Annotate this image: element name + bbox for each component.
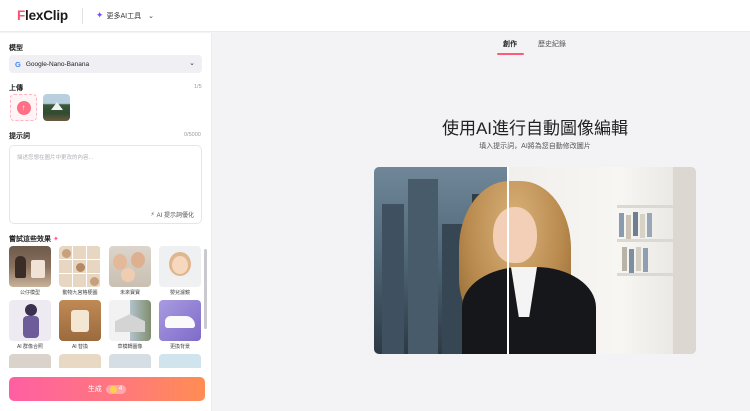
generate-button[interactable]: 生成 4 [9, 377, 205, 401]
magic-wand-icon: ⚡ [150, 212, 155, 218]
effect-item[interactable]: AI 替換 [59, 300, 101, 350]
effect-item[interactable] [9, 354, 51, 368]
chevron-down-icon: ⌄ [189, 60, 195, 67]
effect-item[interactable]: 更換背景 [159, 300, 201, 350]
page-title: 使用AI進行自動圖像編輯 [441, 119, 629, 138]
portrait-face [493, 207, 537, 263]
generate-label: 生成 [87, 386, 102, 393]
before-after-preview-image [374, 167, 696, 354]
chevron-down-icon: ⌄ [148, 12, 154, 20]
page-subtitle: 填入提示詞，AI將為您自動修改圖片 [479, 143, 591, 150]
effect-thumbnail [9, 354, 51, 368]
upload-counter: 1/5 [194, 84, 202, 90]
sparkle-icon: ✦ [95, 10, 104, 20]
try-effects-label: 嘗試這些效果 ✦ [9, 236, 59, 243]
effect-item[interactable] [109, 354, 151, 368]
before-after-divider[interactable] [507, 167, 509, 354]
effect-item[interactable] [159, 354, 201, 368]
google-icon: G [15, 59, 21, 69]
effects-grid: 公仔模型 動物九宮格梗圖 未來寶寶 嬰兒濾鏡 AI 群像合照 AI 替換 草模轉… [9, 246, 202, 368]
prompt-placeholder: 描述您想在圖片中更改的內容... [17, 155, 94, 161]
result-tabs: 創作 歷史紀錄 [213, 33, 750, 56]
upload-label: 上傳 [9, 85, 23, 92]
model-select-value: Google-Nano-Banana [25, 60, 90, 68]
effect-thumbnail [109, 354, 151, 368]
more-ai-tools-label: 更多AI工具 [106, 12, 142, 20]
effect-item[interactable]: 公仔模型 [9, 246, 51, 296]
left-panel: 模型 G Google-Nano-Banana ⌄ 上傳 1/5 ↑ 提示詞 0… [0, 33, 212, 411]
effect-thumbnail [159, 354, 201, 368]
uploaded-image-thumbnail[interactable] [43, 94, 70, 121]
model-select[interactable]: G Google-Nano-Banana ⌄ [9, 55, 202, 73]
effect-item[interactable]: AI 群像合照 [9, 300, 51, 350]
effect-thumbnail [109, 300, 151, 341]
header-divider [81, 7, 83, 24]
more-ai-tools-dropdown[interactable]: ✦ 更多AI工具 ⌄ [96, 10, 154, 21]
prompt-textarea[interactable]: 描述您想在圖片中更改的內容... ⚡ AI 提示詞優化 [9, 145, 202, 224]
tab-create[interactable]: 創作 [503, 39, 517, 49]
effect-thumbnail [59, 300, 101, 341]
model-label: 模型 [9, 45, 23, 52]
upload-button[interactable]: ↑ [10, 94, 37, 121]
effect-item[interactable]: 嬰兒濾鏡 [159, 246, 201, 296]
effect-item[interactable]: 未來寶寶 [109, 246, 151, 296]
house-roof-shape [51, 102, 63, 110]
effect-thumbnail [159, 300, 201, 341]
sparkle-icon: ✦ [53, 236, 59, 243]
effect-thumbnail [9, 246, 51, 287]
active-tab-indicator [497, 53, 524, 55]
top-header: FlexClip ✦ 更多AI工具 ⌄ [0, 0, 750, 32]
effects-scrollbar[interactable] [204, 249, 207, 329]
effect-thumbnail [109, 246, 151, 287]
effect-thumbnail [59, 246, 101, 287]
credit-cost-badge: 4 [105, 384, 127, 394]
ai-optimize-prompt-button[interactable]: ⚡ AI 提示詞優化 [150, 210, 194, 219]
upload-icon: ↑ [16, 100, 31, 115]
effect-thumbnail [159, 246, 201, 287]
prompt-counter: 0/5000 [184, 132, 201, 138]
effect-thumbnail [59, 354, 101, 368]
effect-item[interactable]: 草模轉圖像 [109, 300, 151, 350]
effect-item[interactable] [59, 354, 101, 368]
effect-thumbnail [9, 300, 51, 341]
coin-icon [109, 385, 117, 393]
prompt-label: 提示詞 [9, 133, 30, 140]
tab-history[interactable]: 歷史紀錄 [538, 39, 566, 49]
flexclip-logo[interactable]: FlexClip [17, 7, 83, 24]
effect-item[interactable]: 動物九宮格梗圖 [59, 246, 101, 296]
